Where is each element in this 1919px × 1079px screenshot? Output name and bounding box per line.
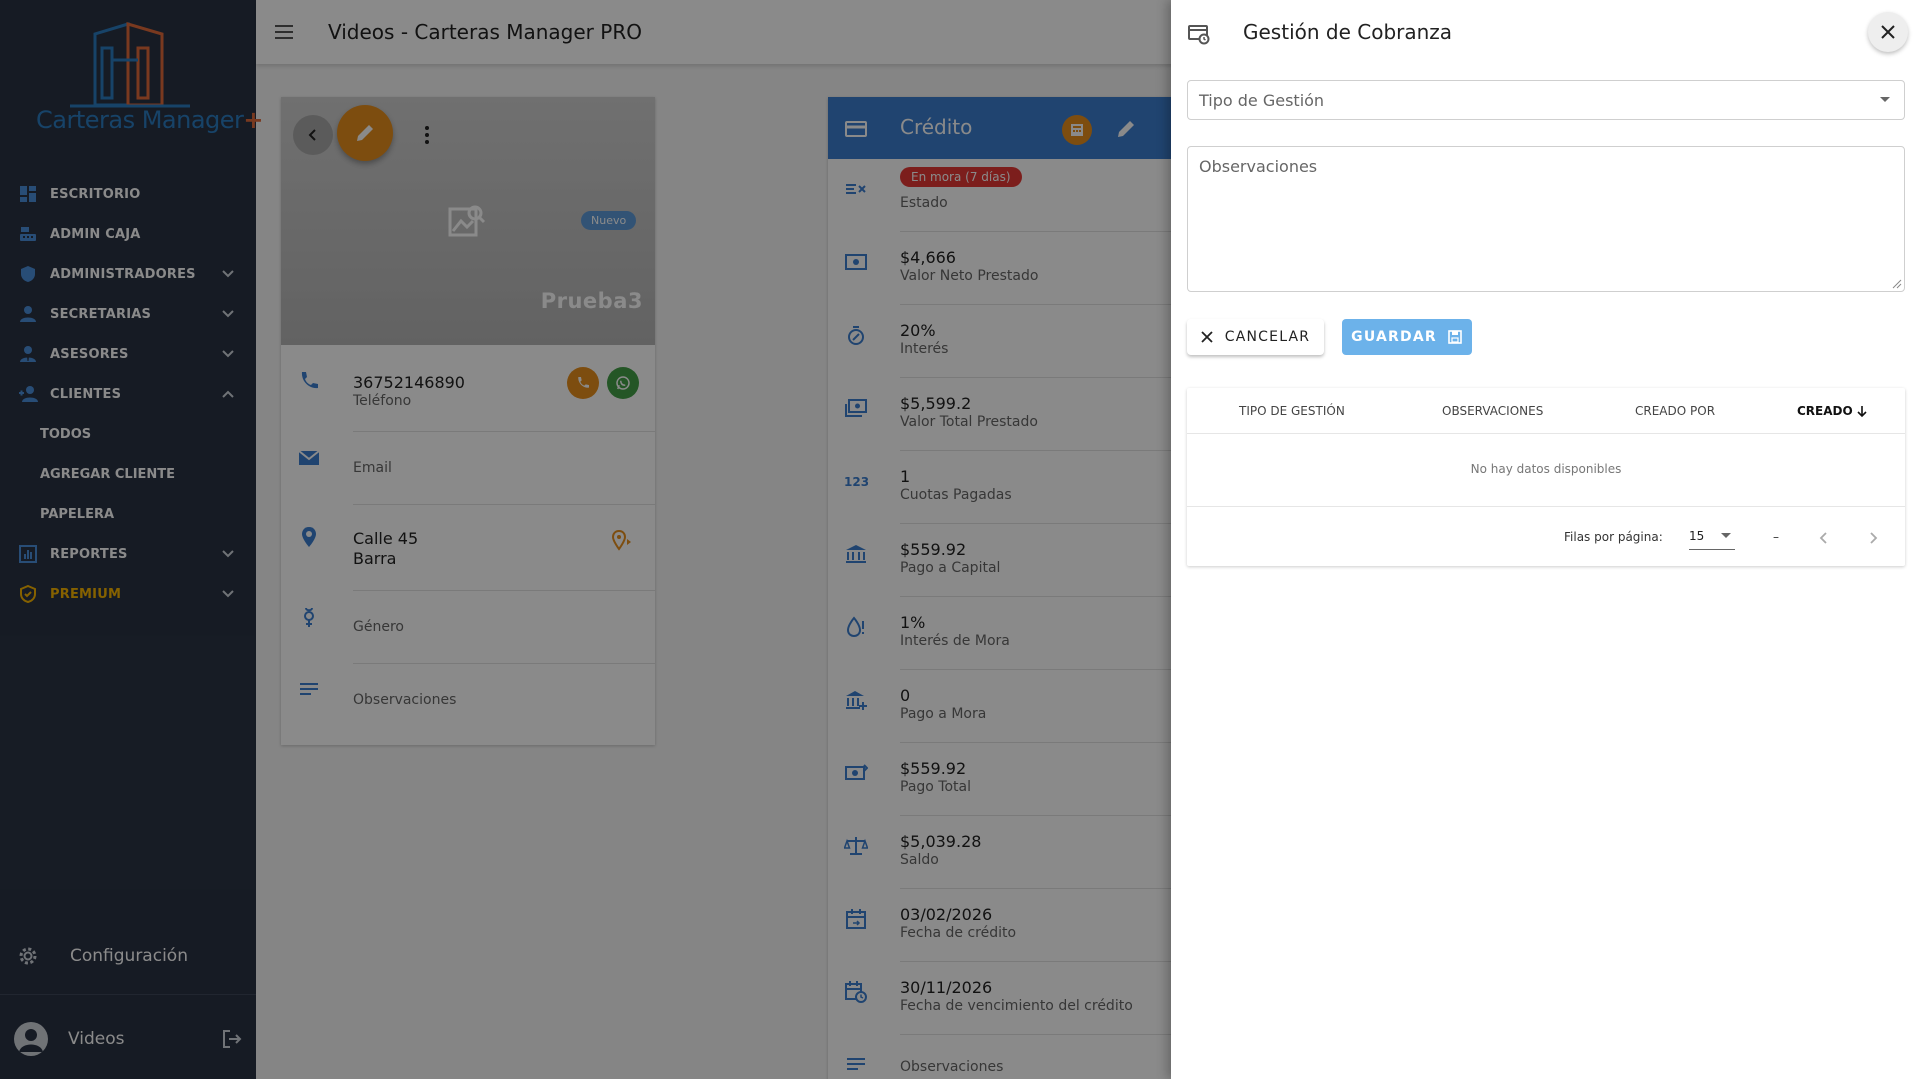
save-icon [1448,330,1462,344]
empty-table-message: No hay datos disponibles [1470,462,1622,476]
close-icon [1201,331,1213,343]
divider [1187,433,1905,434]
drawer-title: Gestión de Cobranza [1243,20,1453,44]
rows-per-page-label: Filas por página: [1564,530,1663,544]
pagination-range: – [1773,530,1779,544]
chevron-left-icon [1819,532,1827,544]
column-header-observaciones[interactable]: OBSERVACIONES [1442,388,1543,433]
gestiones-table: TIPO DE GESTIÓN OBSERVACIONES CREADO POR… [1187,388,1905,566]
prev-page-button[interactable] [1812,526,1836,550]
rows-per-page-select[interactable]: 15 [1689,520,1735,550]
column-header-creado-por[interactable]: CREADO POR [1635,388,1715,433]
close-icon [1881,25,1895,39]
resize-grip-icon[interactable] [1890,277,1902,289]
column-header-tipo[interactable]: TIPO DE GESTIÓN [1239,388,1345,433]
drawer-header: Gestión de Cobranza [1171,0,1919,64]
dropdown-arrow-icon [1880,97,1890,102]
observaciones-textarea[interactable]: Observaciones [1187,146,1905,292]
save-button[interactable]: GUARDAR [1342,319,1472,355]
tipo-gestion-placeholder: Tipo de Gestión [1199,91,1325,110]
next-page-button[interactable] [1861,526,1885,550]
close-button[interactable] [1868,12,1908,52]
gestion-cobranza-drawer: Gestión de Cobranza Tipo de Gestión Obse… [1171,0,1919,1079]
cancel-button[interactable]: CANCELAR [1187,319,1324,355]
dropdown-arrow-icon [1721,533,1731,538]
save-label: GUARDAR [1351,329,1437,345]
credit-card-clock-icon [1188,25,1210,45]
column-header-creado[interactable]: CREADO [1797,388,1869,433]
cancel-label: CANCELAR [1224,329,1311,345]
chevron-right-icon [1870,532,1878,544]
observaciones-placeholder: Observaciones [1199,157,1318,176]
rows-per-page-value: 15 [1689,529,1705,543]
tipo-gestion-select[interactable]: Tipo de Gestión [1187,80,1905,120]
divider [1187,506,1905,507]
arrow-down-icon [1857,405,1867,417]
